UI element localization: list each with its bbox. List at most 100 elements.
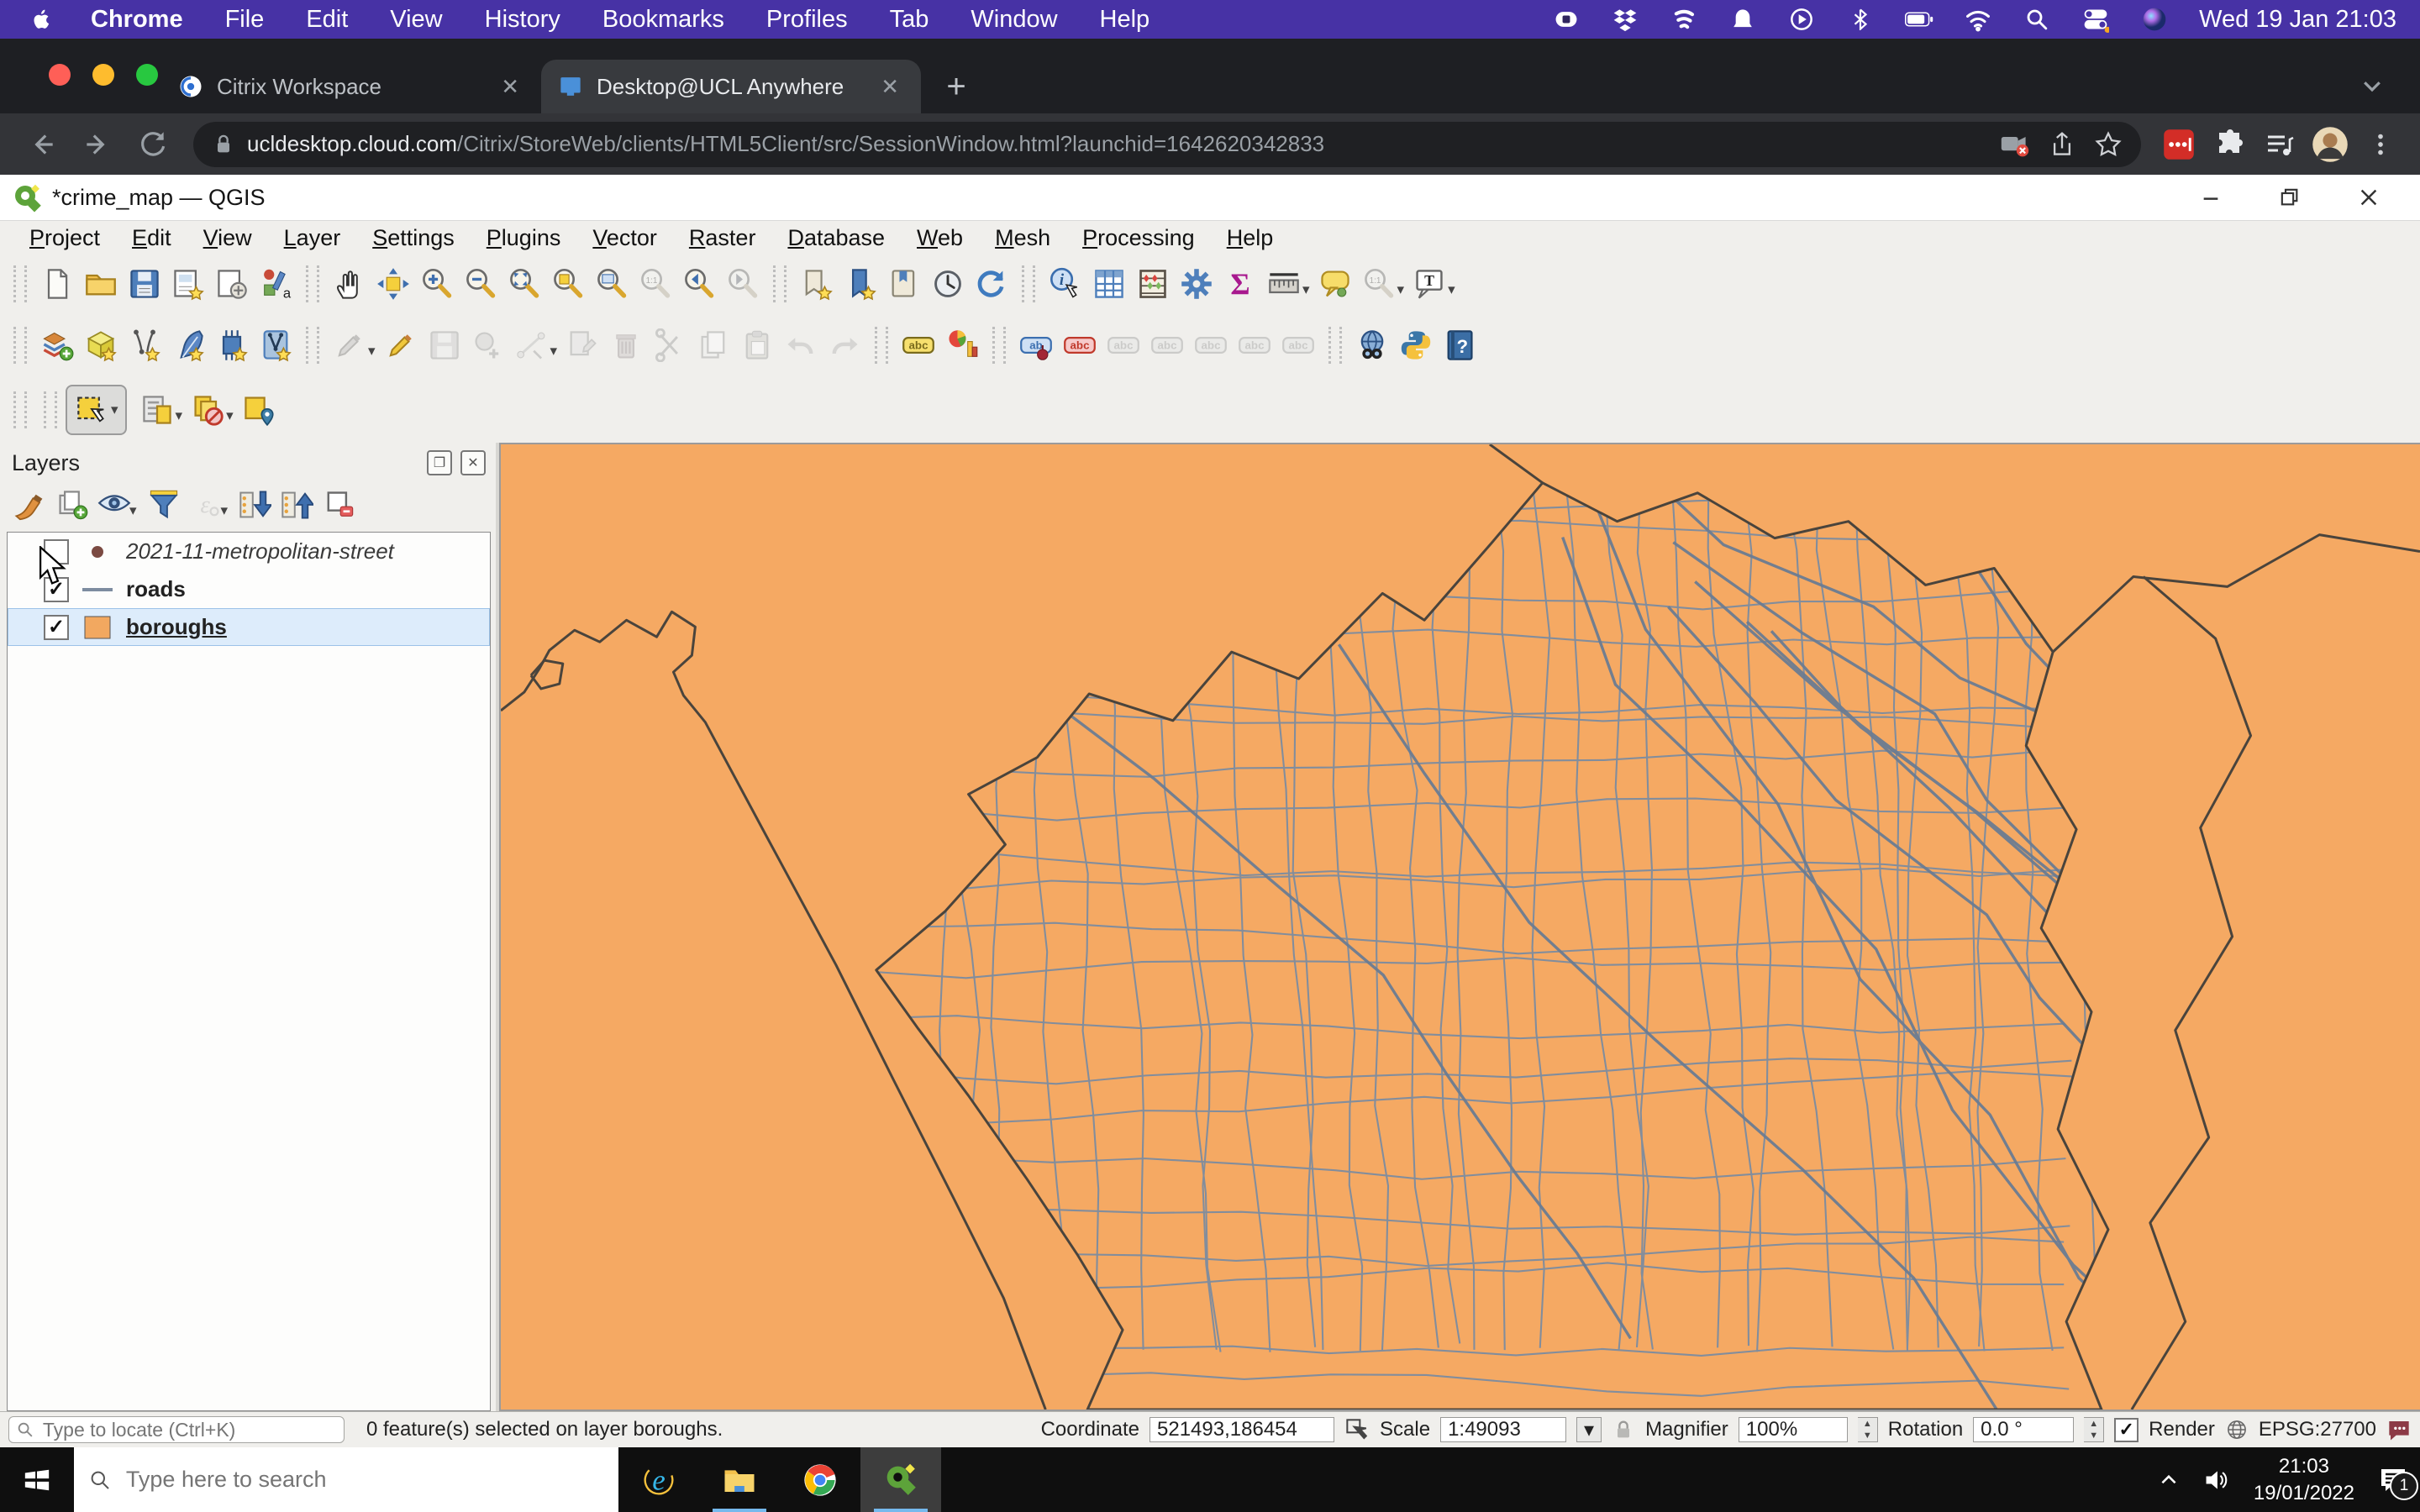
temporal-controller-button[interactable]	[926, 262, 970, 306]
screen-record-icon[interactable]	[1552, 5, 1581, 34]
style-manager-button[interactable]: a	[254, 262, 297, 306]
layer-checkbox[interactable]: ✓	[44, 577, 69, 602]
layer-item-boroughs[interactable]: ✓boroughs	[8, 608, 490, 646]
taskbar-search[interactable]	[74, 1447, 618, 1512]
tab-close-icon[interactable]: ✕	[496, 74, 524, 100]
vertex-tool-button[interactable]	[510, 323, 554, 367]
qgis-menu-web[interactable]: Web	[901, 225, 979, 251]
mac-menu-window[interactable]: Window	[971, 6, 1057, 34]
qgis-menu-mesh[interactable]: Mesh	[979, 225, 1066, 251]
add-feature-button[interactable]	[466, 323, 510, 367]
new-temporary-scratch-layer-button[interactable]	[254, 323, 297, 367]
copy-features-button[interactable]	[692, 323, 735, 367]
rotation-input[interactable]: 0.0 °	[1973, 1417, 2074, 1442]
layer-diagram-options-button[interactable]	[940, 323, 984, 367]
restore-button[interactable]	[2277, 185, 2302, 210]
label-tool-alt-button[interactable]: abc	[1276, 323, 1320, 367]
extensions-puzzle-icon[interactable]	[2210, 125, 2249, 164]
map-tips-button[interactable]	[1313, 262, 1357, 306]
metasearch-button[interactable]	[1350, 323, 1394, 367]
taskbar-app-chrome[interactable]	[780, 1447, 860, 1512]
speaker-icon[interactable]	[2203, 1467, 2230, 1494]
undo-button[interactable]	[779, 323, 823, 367]
panel-float-button[interactable]: ❐	[427, 450, 452, 475]
move-label-button[interactable]: abc	[1102, 323, 1145, 367]
forward-button[interactable]	[76, 123, 119, 166]
zoom-native-button[interactable]: 1:1	[634, 262, 677, 306]
messages-icon[interactable]	[2386, 1417, 2412, 1442]
minimize-window-button[interactable]	[92, 64, 114, 86]
remove-layer-group-button[interactable]	[320, 486, 357, 523]
mac-menu-profiles[interactable]: Profiles	[766, 6, 848, 34]
reload-button[interactable]	[131, 123, 175, 166]
show-bookmarks-button[interactable]	[839, 262, 882, 306]
select-features-by-value-button[interactable]	[135, 388, 179, 432]
new-shapefile-layer-button[interactable]	[123, 323, 166, 367]
show-layout-manager-button[interactable]	[210, 262, 254, 306]
layer-checkbox[interactable]	[44, 539, 69, 564]
mac-menu-edit[interactable]: Edit	[306, 6, 348, 34]
zoom-to-layer-button[interactable]	[590, 262, 634, 306]
dropbox-icon[interactable]	[1611, 5, 1639, 34]
mac-menu-history[interactable]: History	[485, 6, 560, 34]
new-print-layout-button[interactable]	[166, 262, 210, 306]
lock-scale-icon[interactable]	[1612, 1418, 1635, 1441]
statistical-summary-button[interactable]	[1131, 262, 1175, 306]
siri-icon[interactable]	[2140, 5, 2169, 34]
tray-chevron-icon[interactable]	[2158, 1469, 2180, 1491]
help-contents-button[interactable]: ?	[1438, 323, 1481, 367]
control-center-icon[interactable]	[2081, 5, 2110, 34]
tab-citrix-workspace[interactable]: Citrix Workspace✕	[161, 60, 541, 113]
taskbar-app-ie[interactable]: e	[618, 1447, 699, 1512]
wifi-icon[interactable]	[1964, 5, 1992, 34]
new-spatialite-layer-button[interactable]	[166, 323, 210, 367]
zoom-full-button[interactable]	[502, 262, 546, 306]
qgis-menu-vector[interactable]: Vector	[576, 225, 673, 251]
swirl-icon[interactable]	[1670, 5, 1698, 34]
back-button[interactable]	[20, 123, 64, 166]
zoom-to-selection-button[interactable]	[546, 262, 590, 306]
select-features-by-area[interactable]: ▾	[66, 385, 127, 435]
close-button[interactable]	[2356, 185, 2381, 210]
bluetooth-icon[interactable]	[1846, 5, 1875, 34]
identify-features-button[interactable]: i	[1044, 262, 1087, 306]
measure-button[interactable]	[1262, 262, 1306, 306]
media-list-icon[interactable]	[2260, 125, 2299, 164]
qgis-menu-plugins[interactable]: Plugins	[471, 225, 577, 251]
add-group-button[interactable]	[54, 486, 91, 523]
filter-by-expression-button[interactable]: ε	[187, 486, 224, 523]
share-icon[interactable]	[2049, 131, 2075, 158]
open-project-button[interactable]	[79, 262, 123, 306]
highlight-pinned-labels-button[interactable]: abc	[1058, 323, 1102, 367]
pan-map-button[interactable]	[328, 262, 371, 306]
qgis-menu-help[interactable]: Help	[1211, 225, 1290, 251]
expand-all-button[interactable]	[236, 486, 273, 523]
scale-combo[interactable]: 1:49093	[1440, 1417, 1566, 1442]
show-statistics-button[interactable]: Σ	[1218, 262, 1262, 306]
mac-menu-bookmarks[interactable]: Bookmarks	[602, 6, 724, 34]
deselect-features-all-layers-button[interactable]	[186, 388, 229, 432]
open-layer-styling-button[interactable]	[12, 486, 49, 523]
layer-labeling-options-button[interactable]: abc	[897, 323, 940, 367]
current-edits-button[interactable]	[328, 323, 371, 367]
qgis-menu-raster[interactable]: Raster	[673, 225, 772, 251]
new-geopackage-layer-button[interactable]	[79, 323, 123, 367]
bookmark-star-icon[interactable]	[2094, 130, 2123, 159]
save-layer-edits-button[interactable]	[423, 323, 466, 367]
zoom-window-button[interactable]	[136, 64, 158, 86]
mac-menu-tab[interactable]: Tab	[890, 6, 929, 34]
redo-button[interactable]	[823, 323, 866, 367]
processing-toolbox-button[interactable]	[1175, 262, 1218, 306]
pan-to-selection-button[interactable]	[371, 262, 415, 306]
manage-map-themes-button[interactable]	[96, 486, 133, 523]
close-window-button[interactable]	[49, 64, 71, 86]
open-attribute-table-button[interactable]	[1087, 262, 1131, 306]
taskbar-search-input[interactable]	[124, 1466, 603, 1494]
magnifier-spinner[interactable]: ▲▼	[1858, 1417, 1878, 1442]
text-annotation-button[interactable]: T	[1407, 262, 1451, 306]
panel-close-button[interactable]: ✕	[460, 450, 486, 475]
pin-unpin-labels-button[interactable]: ab	[1014, 323, 1058, 367]
rotate-label-button[interactable]: abc	[1145, 323, 1189, 367]
qgis-menu-project[interactable]: Project	[13, 225, 116, 251]
new-project-button[interactable]	[35, 262, 79, 306]
